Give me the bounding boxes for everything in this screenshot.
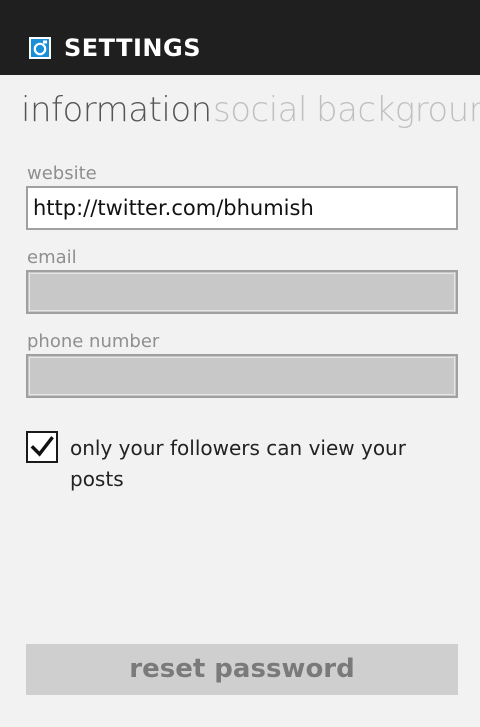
email-label: email: [27, 247, 77, 268]
checkmark-icon: [30, 436, 54, 457]
title-bar: SETTINGS: [0, 0, 480, 75]
private-posts-label[interactable]: only your followers can view your posts: [70, 433, 450, 495]
website-label: website: [27, 163, 97, 184]
email-field[interactable]: [26, 270, 458, 314]
reset-password-button[interactable]: reset password: [26, 644, 458, 695]
instagram-camera-icon: [29, 37, 51, 59]
website-field[interactable]: http://twitter.com/bhumish: [26, 186, 458, 230]
website-value: http://twitter.com/bhumish: [33, 196, 314, 220]
tab-social[interactable]: social: [213, 87, 307, 133]
tab-information[interactable]: information: [21, 87, 212, 133]
app-title: SETTINGS: [64, 34, 201, 62]
phone-number-label: phone number: [27, 331, 160, 352]
private-posts-checkbox[interactable]: [26, 431, 58, 463]
pivot-tabs: information social background: [0, 87, 480, 137]
tab-background[interactable]: background: [316, 87, 480, 133]
phone-number-field[interactable]: [26, 354, 458, 398]
